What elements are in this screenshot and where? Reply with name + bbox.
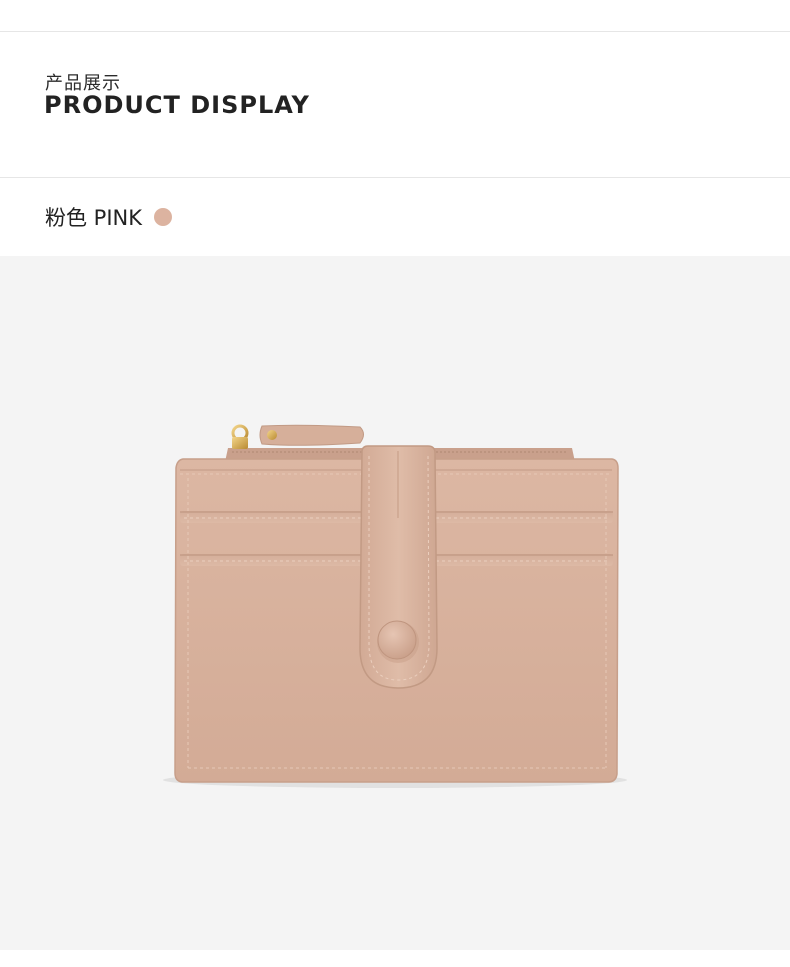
wallet-icon bbox=[163, 424, 627, 788]
zipper-pull bbox=[231, 424, 364, 449]
snap-button bbox=[377, 620, 417, 660]
color-variant-label: 粉色 PINK bbox=[45, 206, 143, 230]
section-title-en: PRODUCT DISPLAY bbox=[44, 91, 310, 119]
color-variant-row: 粉色 PINK bbox=[45, 203, 173, 231]
section-divider bbox=[0, 177, 790, 178]
product-photo bbox=[0, 256, 790, 950]
product-display-page: 产品展示 PRODUCT DISPLAY 粉色 PINK bbox=[0, 0, 790, 967]
top-divider bbox=[0, 31, 790, 32]
color-swatch bbox=[154, 208, 173, 226]
